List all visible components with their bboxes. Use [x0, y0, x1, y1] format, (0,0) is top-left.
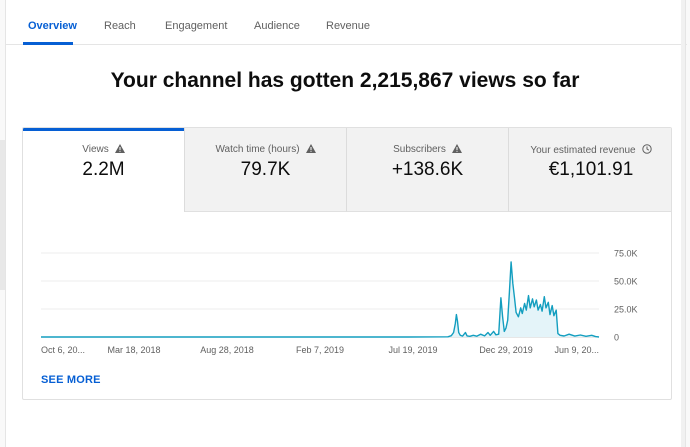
- tab-overview[interactable]: Overview: [28, 20, 77, 32]
- tab-audience[interactable]: Audience: [254, 20, 300, 32]
- tab-revenue[interactable]: Revenue: [326, 20, 370, 32]
- metric-label-row: Views: [23, 144, 184, 156]
- warning-icon: [305, 144, 316, 156]
- metric-views[interactable]: Views 2.2M: [23, 128, 185, 212]
- metric-subscribers[interactable]: Subscribers +138.6K: [347, 128, 509, 212]
- warning-icon: [114, 144, 125, 156]
- x-tick-label: Jun 9, 20...: [554, 345, 599, 355]
- metric-label: Your estimated revenue: [530, 145, 636, 156]
- metric-label: Watch time (hours): [215, 144, 300, 155]
- metric-tabs: Views 2.2M Watch time (hours) 79.7K Subs…: [23, 128, 671, 212]
- metric-watch-time[interactable]: Watch time (hours) 79.7K: [185, 128, 347, 212]
- metric-value: +138.6K: [391, 159, 464, 180]
- tab-reach[interactable]: Reach: [104, 20, 136, 32]
- x-tick-label: Jul 19, 2019: [388, 345, 437, 355]
- metric-label-row: Subscribers: [347, 144, 508, 156]
- tab-bar: Overview Reach Engagement Audience Reven…: [6, 0, 687, 45]
- y-tick-label: 75.0K: [614, 249, 638, 259]
- x-tick-label: Feb 7, 2019: [296, 345, 344, 355]
- y-tick-label: 0: [614, 333, 619, 343]
- metric-label-row: Your estimated revenue: [509, 144, 671, 157]
- metric-value: 2.2M: [82, 159, 125, 180]
- clock-icon: [641, 144, 652, 157]
- x-tick-label: Aug 28, 2018: [200, 345, 254, 355]
- overview-card: Views 2.2M Watch time (hours) 79.7K Subs…: [22, 127, 672, 400]
- warning-icon: [451, 144, 462, 156]
- metric-label-row: Watch time (hours): [185, 144, 346, 156]
- x-tick-label: Mar 18, 2018: [107, 345, 160, 355]
- y-tick-label: 25.0K: [614, 305, 638, 315]
- x-tick-label: Dec 29, 2019: [479, 345, 533, 355]
- page-title: Your channel has gotten 2,215,867 views …: [110, 69, 580, 92]
- see-more-link[interactable]: SEE MORE: [41, 374, 101, 386]
- active-tab-indicator: [23, 42, 73, 45]
- metric-value: €1,101.91: [548, 159, 634, 180]
- metric-value: 79.7K: [240, 159, 291, 180]
- x-tick-label: Oct 6, 20...: [41, 345, 85, 355]
- views-chart: 75.0K 50.0K 25.0K 0 Oct 6, 20... Mar 18, 2018…: [41, 249, 638, 355]
- scrollbar-track[interactable]: [681, 0, 685, 447]
- metric-label: Views: [82, 144, 109, 155]
- metric-label: Subscribers: [393, 144, 446, 155]
- metric-estimated-revenue[interactable]: Your estimated revenue €1,101.91: [509, 128, 671, 212]
- tab-engagement[interactable]: Engagement: [165, 20, 227, 32]
- y-tick-label: 50.0K: [614, 277, 638, 287]
